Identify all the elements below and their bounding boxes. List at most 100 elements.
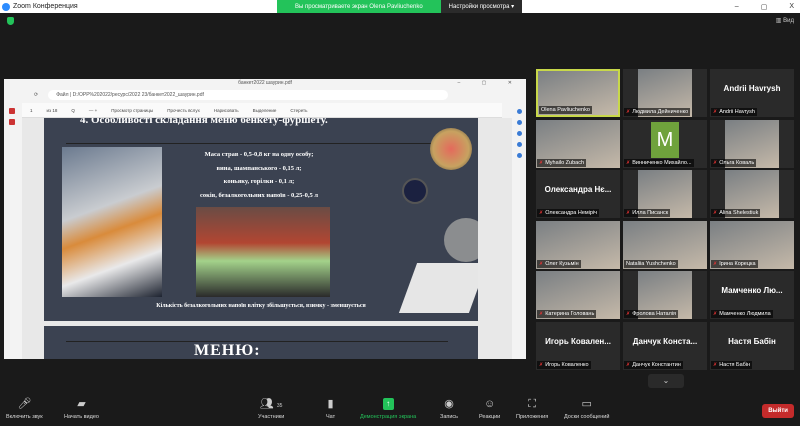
zoom-controls: — + <box>88 107 98 113</box>
share-screen-button[interactable]: ↑ Демонстрация экрана <box>360 398 416 420</box>
participants-label: Участники <box>258 414 285 420</box>
shots-photo <box>196 207 330 297</box>
url-prefix: Файл <box>56 91 69 98</box>
participants-count: 35 <box>276 403 283 409</box>
pdf-toolbar: 1 из 18 Q — + Просмотр страницы Прочесть… <box>22 103 502 118</box>
muted-mic-icon: ✗ <box>713 210 718 216</box>
share-label: Демонстрация экрана <box>360 414 417 420</box>
participant-display-name: Данчук Конста... <box>632 336 698 346</box>
close-button[interactable]: X <box>789 3 794 10</box>
gallery-next-page-button[interactable]: ⌄ <box>648 374 684 388</box>
participant-name-tag: ✗ Alina Shelestiuk <box>711 209 761 217</box>
participant-tile[interactable]: Данчук Конста... ✗ Данчук Константин <box>623 321 707 370</box>
participant-tile[interactable]: Andrii Havrysh ✗ Andrii Havrysh <box>710 69 794 117</box>
video-label: Начать видео <box>64 414 99 420</box>
muted-mic-icon: ✗ <box>713 159 718 166</box>
chat-label: Чат <box>326 414 336 420</box>
participant-name-tag: ✗ Людмила Дейниченко <box>624 108 691 116</box>
participant-tile[interactable]: Мамченко Лю... ✗ Мамченко Людмила <box>710 271 794 319</box>
chat-button[interactable]: ▮ Чат <box>326 398 335 420</box>
participant-tile[interactable]: ✗ Alina Shelestiuk <box>710 170 794 218</box>
participant-name-tag: ✗ Катерина Головань <box>537 310 597 318</box>
participant-tile[interactable]: ✗ Фролова Наталія <box>623 271 707 319</box>
participant-tile[interactable]: ✗ Людмила Дейниченко <box>623 69 707 117</box>
muted-mic-icon: 🎤︎ <box>17 398 32 410</box>
apps-button[interactable]: ⛶ Приложения <box>516 398 548 420</box>
participant-name: Мамченко Людмила <box>719 311 771 317</box>
participant-name: Олег Кузьмін <box>545 260 579 267</box>
record-button[interactable]: ◉ Запись <box>440 398 458 420</box>
draw-button: Нарисовать <box>213 107 239 113</box>
muted-mic-icon: ✗ <box>626 159 631 166</box>
maximize-button[interactable]: ▢ <box>761 3 768 11</box>
minimize-button[interactable]: – <box>735 3 739 10</box>
reactions-button[interactable]: ☺ Реакции <box>479 398 500 420</box>
canape-photo <box>62 147 162 297</box>
apps-icon: ⛶ <box>528 398 536 410</box>
participant-display-name: Andrii Havrysh <box>723 84 781 93</box>
muted-mic-icon: ✗ <box>626 210 631 216</box>
norm-line: соків, безалкогольних напоїв - 0,25-0,5 … <box>200 191 318 199</box>
participant-tile[interactable]: M ✗ Винниченко Михайло... <box>623 119 707 168</box>
record-icon: ◉ <box>444 398 454 410</box>
participant-tile[interactable]: Nataliia Yushchenko <box>623 220 707 269</box>
participants-icon: 👥︎ 35 <box>259 398 283 410</box>
participant-name: Nataliia Yushchenko <box>626 260 676 267</box>
leave-button[interactable]: Выйти <box>762 404 794 418</box>
share-arrow-icon: ↑ <box>382 398 394 410</box>
viewing-status: Вы просматриваете экран Olena Pavliuchen… <box>277 0 441 13</box>
participant-name-tag: ✗ Myhailo Zubach <box>537 158 587 167</box>
slide-footer: Кількість безалкогольних напоїв влітку з… <box>156 303 366 309</box>
view-options-button[interactable]: Настройки просмотра ▾ <box>440 0 523 13</box>
participant-tile[interactable]: Игорь Ковален... ✗ Игорь Коваленко <box>536 321 620 370</box>
participant-display-name: Олександра Нє... <box>544 185 612 194</box>
view-button[interactable]: ▥ Вид <box>776 17 794 24</box>
page-count: из 18 <box>46 107 58 113</box>
participant-tile[interactable]: ✗ Иллa Писанск <box>623 170 707 218</box>
participant-name: Olena Pavliuchenko <box>541 107 590 113</box>
whiteboards-button[interactable]: ▭ Доски сообщений <box>564 398 609 420</box>
security-shield-icon[interactable] <box>7 17 14 25</box>
participant-name: Иллa Писанск <box>632 210 669 216</box>
shared-screen: банкет2022 шаурин.pdf – ▢ ✕ ⟳ Файл | D:/O… <box>4 79 526 359</box>
muted-mic-icon: ✗ <box>539 210 544 216</box>
participant-tile[interactable]: ✗ Олег Кузьмін <box>536 220 620 269</box>
start-video-button[interactable]: ▰ Начать видео <box>64 398 99 420</box>
blueberry-bowl-image <box>402 178 428 204</box>
muted-mic-icon: ✗ <box>539 260 544 267</box>
participant-tile[interactable]: Олександра Нє... ✗ Олександра Немiрiч <box>536 170 620 218</box>
participant-name: Ольга Коваль <box>719 159 755 166</box>
muted-mic-icon: ✗ <box>713 361 718 368</box>
participant-name-tag: ✗ Andrii Havrysh <box>711 108 757 116</box>
participant-name-tag: ✗ Ольга Коваль <box>711 158 757 167</box>
zoom-logo-icon <box>2 2 10 11</box>
participant-name: Катерина Головань <box>545 311 595 317</box>
record-label: Запись <box>440 414 459 420</box>
browser-title: банкет2022 шаурин.pdf – ▢ ✕ <box>4 79 526 87</box>
participant-name: Alina Shelestiuk <box>719 210 759 216</box>
participant-name: Данчук Константин <box>632 361 681 368</box>
participant-avatar: M <box>651 121 679 158</box>
participant-tile[interactable]: ✗ Катерина Головань <box>536 271 620 319</box>
participant-name-tag: ✗ Винниченко Михайло... <box>624 158 694 167</box>
tab-title: банкет2022 шаурин.pdf <box>238 80 292 86</box>
participant-tile[interactable]: Настя Бабін ✗ Настя Бабін <box>710 321 794 370</box>
muted-mic-icon: ✗ <box>539 361 544 368</box>
muted-mic-icon: ✗ <box>713 109 718 115</box>
participant-name-tag: ✗ Олег Кузьмін <box>537 259 581 268</box>
reload-icon: ⟳ <box>34 91 39 98</box>
norm-line: Маса страв - 0,5-0,8 кг на одну особу; <box>204 151 314 158</box>
slide-page: МЕНЮ: <box>44 326 478 359</box>
unmute-button[interactable]: 🎤︎ Включить звук <box>6 398 43 420</box>
muted-mic-icon: ✗ <box>539 311 544 317</box>
participant-tile[interactable]: ✗ Myhailo Zubach <box>536 119 620 168</box>
participant-tile[interactable]: Olena Pavliuchenko <box>536 69 620 117</box>
participant-tile[interactable]: ✗ Ольга Коваль <box>710 119 794 168</box>
window-title: Zoom Конференция <box>13 3 78 10</box>
participant-name-tag: ✗ Олександра Немiрiч <box>537 209 600 217</box>
participant-name-tag: ✗ Фролова Наталія <box>624 310 678 318</box>
participants-button[interactable]: 👥︎ 35 Участники <box>258 398 284 420</box>
participant-tile[interactable]: ✗ Ірина Корецка <box>710 220 794 269</box>
highlight-button: Выделение <box>252 107 277 113</box>
page-view-button: Просмотр страницы <box>111 107 154 113</box>
